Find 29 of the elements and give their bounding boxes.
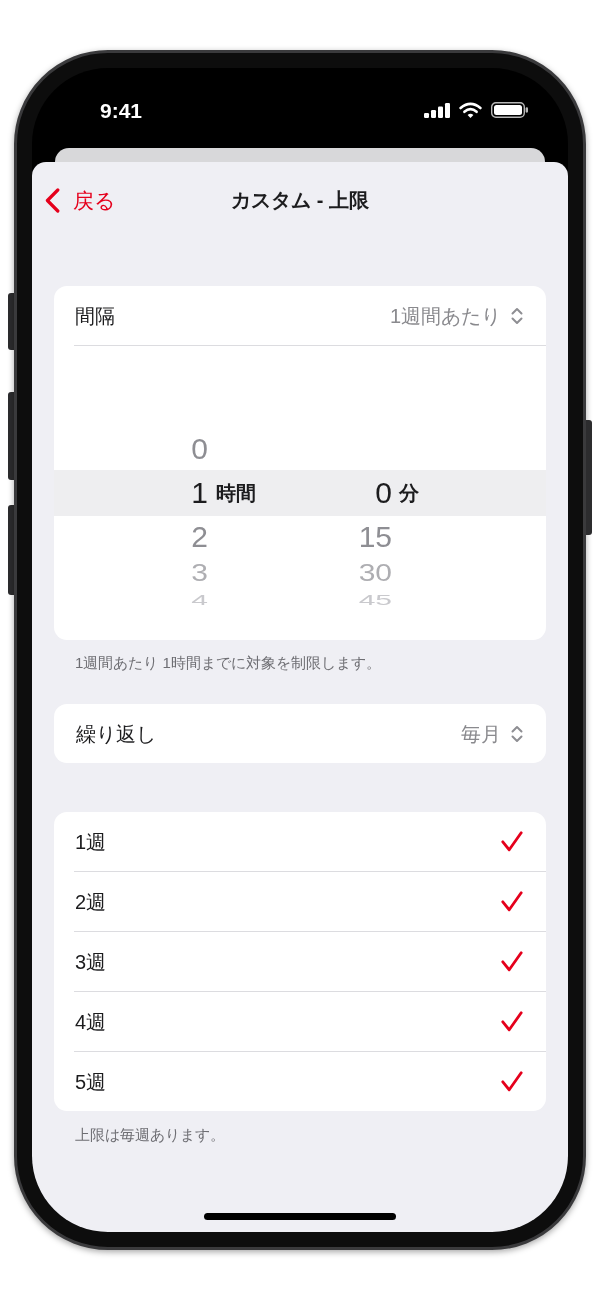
interval-label: 間隔: [75, 305, 115, 326]
repeat-selector[interactable]: 毎月: [461, 723, 523, 744]
wifi-icon: [459, 102, 482, 118]
interval-selector[interactable]: 1週間あたり: [389, 305, 523, 326]
signal-icon: [424, 102, 450, 118]
picker-value[interactable]: 1: [191, 478, 208, 508]
section-footer: 1週間あたり 1時間までに対象を制限します。: [32, 640, 568, 673]
picker-value[interactable]: 30: [358, 560, 392, 586]
week-row[interactable]: 3週: [54, 932, 546, 991]
chevron-left-icon: [45, 187, 60, 213]
picker-unit-label: 時間: [216, 483, 256, 503]
up-down-chevron-icon: [511, 306, 523, 325]
battery-icon: [491, 102, 528, 118]
week-row[interactable]: 5週: [54, 1052, 546, 1111]
picker-value[interactable]: 0: [375, 478, 392, 508]
week-row[interactable]: 4週: [54, 992, 546, 1051]
status-time: 9:41: [100, 99, 143, 121]
section-footer: 上限は毎週あります。: [32, 1111, 568, 1145]
picker-value[interactable]: 0: [191, 434, 208, 464]
picker-value[interactable]: 15: [358, 522, 392, 552]
picker-value[interactable]: 2: [191, 522, 208, 552]
nav-title: カスタム - 上限: [231, 190, 369, 210]
week-row[interactable]: 2週: [54, 872, 546, 931]
up-down-chevron-icon: [511, 724, 523, 743]
back-button[interactable]: 戻る: [32, 187, 116, 213]
picker-value[interactable]: 3: [191, 560, 208, 586]
picker-unit-label: 分: [399, 483, 419, 503]
week-row[interactable]: 1週: [54, 812, 546, 871]
repeat-label: 繰り返し: [76, 723, 156, 744]
